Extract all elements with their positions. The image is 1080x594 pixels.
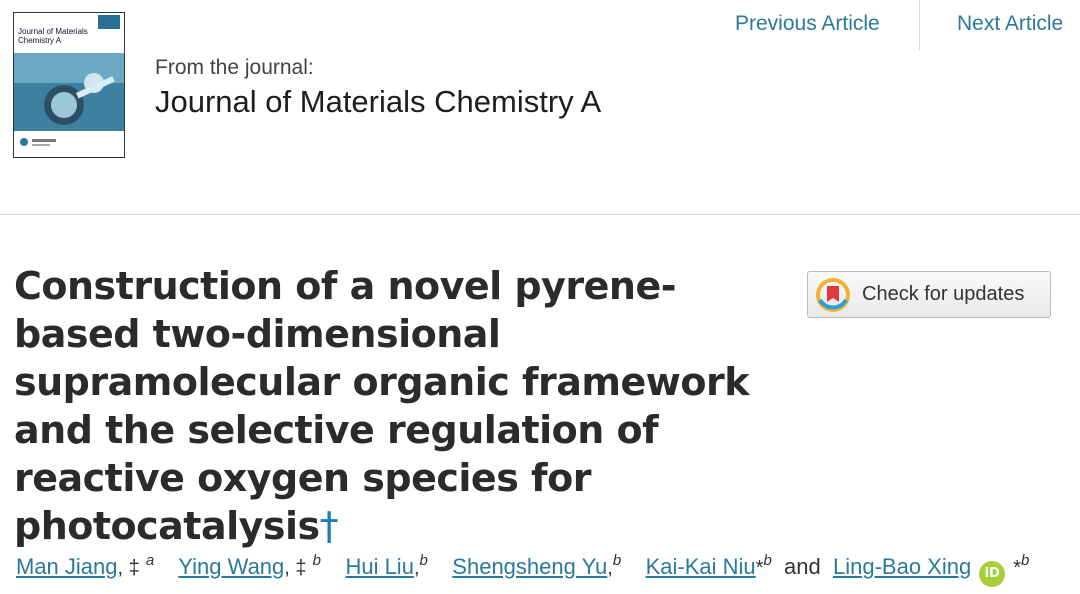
cover-title: Journal of Materials Chemistry A xyxy=(18,27,88,45)
author-affiliation[interactable]: a xyxy=(146,552,154,569)
next-article-link[interactable]: Next Article xyxy=(957,12,1063,36)
journal-cover-image[interactable]: Journal of Materials Chemistry A xyxy=(13,12,125,158)
cover-badge xyxy=(98,15,120,29)
author-marks: * xyxy=(1013,557,1022,579)
author-link[interactable]: Man Jiang xyxy=(16,554,118,579)
author-affiliation[interactable]: b xyxy=(763,552,771,569)
header-divider xyxy=(0,214,1080,215)
author-affiliation[interactable]: b xyxy=(613,552,621,569)
author-marks: , ‡ xyxy=(117,557,140,579)
author-affiliation[interactable]: b xyxy=(420,552,428,569)
author-link[interactable]: Ying Wang xyxy=(178,554,284,579)
article-title: Construction of a novel pyrene-based two… xyxy=(14,262,774,550)
orcid-icon[interactable]: iD xyxy=(979,561,1006,587)
author-link[interactable]: Kai-Kai Niu xyxy=(646,554,756,579)
author-list: Man Jiang, ‡ a Ying Wang, ‡ b Hui Liu,b … xyxy=(16,552,1029,587)
check-for-updates-button[interactable]: Check for updates xyxy=(807,271,1051,318)
previous-article-link[interactable]: Previous Article xyxy=(735,12,880,36)
from-journal-label: From the journal: xyxy=(155,56,314,79)
author-link[interactable]: Hui Liu xyxy=(345,554,413,579)
author-affiliation[interactable]: b xyxy=(1021,552,1029,569)
supplementary-info-link[interactable]: † xyxy=(320,504,339,548)
check-for-updates-label: Check for updates xyxy=(862,283,1025,305)
nav-divider xyxy=(919,0,920,50)
author-marks: , ‡ xyxy=(284,557,307,579)
article-title-text: Construction of a novel pyrene-based two… xyxy=(14,264,750,548)
check-for-updates-icon xyxy=(816,277,850,312)
cover-art-image xyxy=(14,53,124,151)
author-link[interactable]: Ling-Bao Xing xyxy=(833,554,971,579)
author-link[interactable]: Shengsheng Yu xyxy=(452,554,607,579)
author-conjunction: and xyxy=(784,554,821,579)
author-affiliation[interactable]: b xyxy=(313,552,321,569)
journal-title[interactable]: Journal of Materials Chemistry A xyxy=(155,84,601,120)
